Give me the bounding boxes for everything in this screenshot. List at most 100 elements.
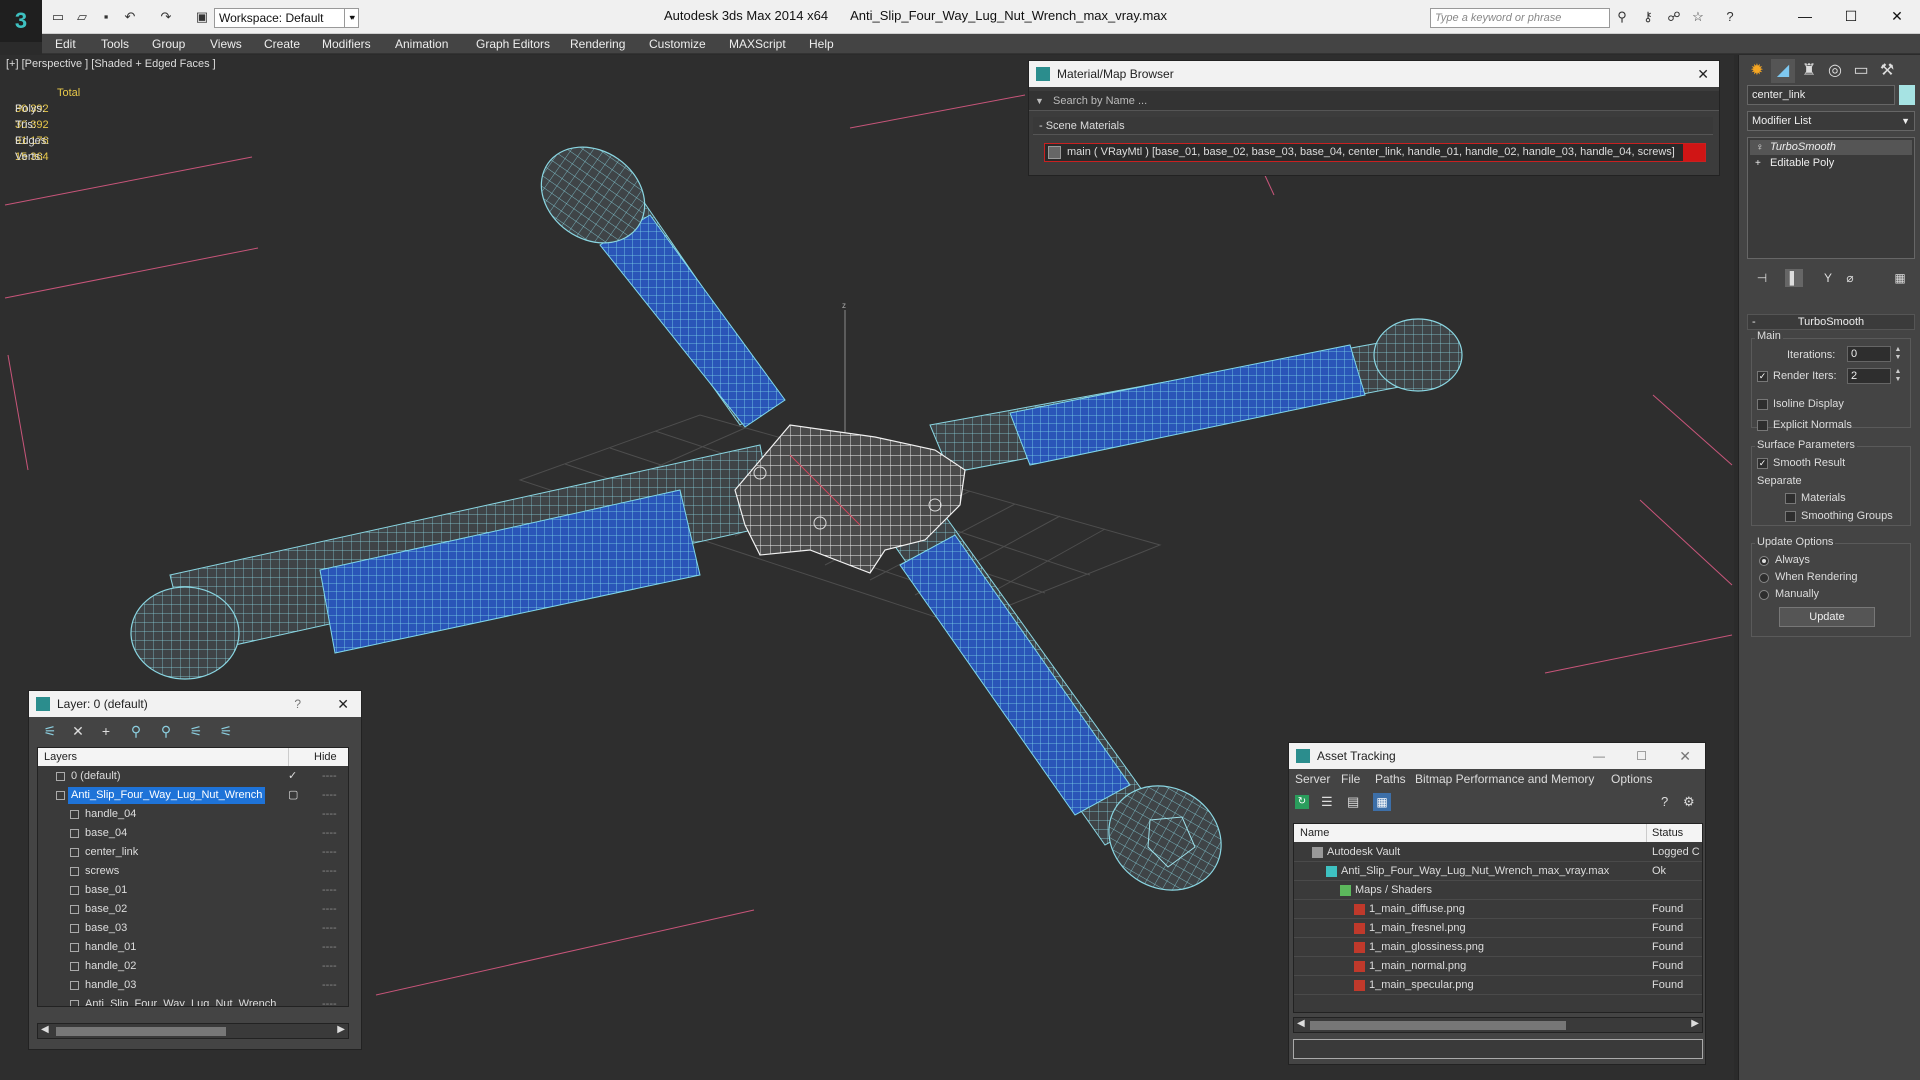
separate-materials-checkbox[interactable]: [1785, 493, 1796, 504]
modify-tab-icon[interactable]: ◢: [1771, 59, 1795, 83]
configure-modifier-sets-icon[interactable]: ▦: [1891, 269, 1909, 287]
column-layers[interactable]: Layers: [44, 748, 77, 766]
spinner-arrows-icon[interactable]: ▲ ▼: [1893, 346, 1903, 362]
search-input[interactable]: Type a keyword or phrase: [1430, 8, 1610, 28]
update-manually-radio[interactable]: [1759, 590, 1769, 600]
close-icon[interactable]: ✕: [1679, 743, 1691, 769]
favorites-star-icon[interactable]: ☆: [1690, 9, 1706, 25]
lightbulb-icon[interactable]: ♀: [1756, 140, 1764, 155]
spinner-arrows-icon[interactable]: ▲ ▼: [1893, 368, 1903, 384]
table-view-icon[interactable]: ▤: [1347, 794, 1359, 810]
new-file-icon[interactable]: ▭: [50, 9, 66, 25]
asset-row[interactable]: Anti_Slip_Four_Way_Lug_Nut_Wrench_max_vr…: [1294, 862, 1702, 881]
smooth-result-checkbox[interactable]: ✓: [1757, 458, 1768, 469]
scroll-right-icon[interactable]: ▶: [1691, 1018, 1699, 1029]
update-button[interactable]: Update: [1779, 607, 1875, 627]
object-row[interactable]: base_01 ----: [38, 881, 348, 900]
project-folder-icon[interactable]: ▣: [194, 9, 210, 25]
menu-graph-editors[interactable]: Graph Editors: [476, 37, 550, 51]
subscription-icon[interactable]: ⚷: [1640, 9, 1656, 25]
object-row[interactable]: screws ----: [38, 862, 348, 881]
select-objects-icon[interactable]: ⚲: [127, 722, 145, 740]
update-always-radio[interactable]: [1759, 556, 1769, 566]
explicit-normals-checkbox[interactable]: [1757, 420, 1768, 431]
asset-row[interactable]: 1_main_fresnel.png Found: [1294, 919, 1702, 938]
layer-horizontal-scrollbar[interactable]: ◀ ▶: [37, 1023, 349, 1039]
current-layer-marker[interactable]: ▢: [288, 786, 298, 805]
list-view-icon[interactable]: ☰: [1321, 794, 1333, 810]
object-row[interactable]: handle_01 ----: [38, 938, 348, 957]
remove-modifier-icon[interactable]: ⌀: [1841, 269, 1859, 287]
add-to-layer-icon[interactable]: +: [97, 722, 115, 740]
minimize-icon[interactable]: —: [1593, 743, 1605, 769]
layer-row[interactable]: Anti_Slip_Four_Way_Lug_Nut_Wrench ▢ ----: [38, 786, 348, 805]
set-current-layer-icon[interactable]: ⚟: [187, 722, 205, 740]
motion-tab-icon[interactable]: ◎: [1823, 59, 1847, 83]
options-arrow-icon[interactable]: ▼: [1035, 91, 1044, 111]
hide-toggle[interactable]: ----: [322, 824, 337, 843]
turbosmooth-rollout-header[interactable]: - TurboSmooth: [1747, 314, 1915, 330]
hide-toggle[interactable]: ----: [322, 786, 337, 805]
stack-item-turbosmooth[interactable]: ♀ TurboSmooth: [1750, 140, 1912, 155]
utilities-tab-icon[interactable]: ⚒: [1875, 59, 1899, 83]
iterations-spinner[interactable]: 0: [1847, 346, 1891, 362]
menu-views[interactable]: Views: [210, 37, 242, 51]
render-iters-spinner[interactable]: 2: [1847, 368, 1891, 384]
menu-edit[interactable]: Edit: [55, 37, 76, 51]
asset-horizontal-scrollbar[interactable]: ◀ ▶: [1293, 1017, 1703, 1033]
help-icon[interactable]: ?: [1722, 9, 1738, 25]
asset-row[interactable]: 1_main_specular.png Found: [1294, 976, 1702, 995]
create-tab-icon[interactable]: ✹: [1745, 59, 1769, 83]
object-row[interactable]: center_link ----: [38, 843, 348, 862]
select-layer-icon[interactable]: ⚲: [157, 722, 175, 740]
hide-toggle[interactable]: ----: [322, 919, 337, 938]
close-icon[interactable]: ✕: [1697, 61, 1709, 87]
update-when-rendering-radio[interactable]: [1759, 573, 1769, 583]
hide-toggle[interactable]: ----: [322, 767, 337, 786]
object-color-swatch[interactable]: [1899, 85, 1915, 105]
object-name-field[interactable]: center_link: [1747, 85, 1895, 105]
asset-path-field[interactable]: [1293, 1039, 1703, 1059]
menu-help[interactable]: Help: [809, 37, 834, 51]
isoline-display-checkbox[interactable]: [1757, 399, 1768, 410]
hide-toggle[interactable]: ----: [322, 976, 337, 995]
column-hide[interactable]: Hide: [314, 748, 337, 766]
column-status[interactable]: Status: [1652, 824, 1683, 842]
menu-customize[interactable]: Customize: [649, 37, 706, 51]
expand-plus-icon[interactable]: +: [1755, 156, 1761, 171]
save-icon[interactable]: ▪: [98, 9, 114, 25]
asset-row[interactable]: 1_main_diffuse.png Found: [1294, 900, 1702, 919]
separate-smoothing-groups-checkbox[interactable]: [1785, 511, 1796, 522]
scene-materials-section[interactable]: - Scene Materials: [1033, 117, 1713, 135]
make-unique-icon[interactable]: Y: [1819, 269, 1837, 287]
asset-tracking-titlebar[interactable]: Asset Tracking — ☐ ✕: [1289, 743, 1705, 769]
hierarchy-tab-icon[interactable]: ♜: [1797, 59, 1821, 83]
minimize-icon[interactable]: —: [1794, 6, 1816, 26]
workspace-menu-icon[interactable]: ▾: [344, 8, 358, 28]
scroll-thumb[interactable]: [1310, 1021, 1566, 1030]
menu-tools[interactable]: Tools: [101, 37, 129, 51]
open-file-icon[interactable]: ▱: [74, 9, 90, 25]
object-row[interactable]: base_02 ----: [38, 900, 348, 919]
scroll-left-icon[interactable]: ◀: [41, 1024, 49, 1035]
maximize-icon[interactable]: ☐: [1840, 6, 1862, 26]
asset-menu-options[interactable]: Options: [1611, 769, 1652, 789]
menu-group[interactable]: Group: [152, 37, 185, 51]
workspace-dropdown[interactable]: Workspace: Default ▾: [214, 8, 359, 28]
scroll-left-icon[interactable]: ◀: [1297, 1018, 1305, 1029]
hide-toggle[interactable]: ----: [322, 957, 337, 976]
hide-toggle[interactable]: ----: [322, 900, 337, 919]
grid-view-icon[interactable]: ▦: [1373, 793, 1391, 811]
show-end-result-icon[interactable]: ▌: [1785, 269, 1803, 287]
object-row[interactable]: Anti_Slip_Four_Way_Lug_Nut_Wrench ----: [38, 995, 348, 1006]
asset-row[interactable]: Maps / Shaders: [1294, 881, 1702, 900]
asset-row[interactable]: 1_main_normal.png Found: [1294, 957, 1702, 976]
help-icon[interactable]: ?: [294, 691, 301, 717]
menu-modifiers[interactable]: Modifiers: [322, 37, 371, 51]
column-name[interactable]: Name: [1300, 824, 1329, 842]
hide-toggle[interactable]: ----: [322, 995, 337, 1006]
communication-icon[interactable]: ☍: [1666, 9, 1682, 25]
modifier-list-dropdown[interactable]: Modifier List ▼: [1747, 111, 1915, 131]
hide-unhide-all-icon[interactable]: ⚟: [217, 722, 235, 740]
menu-create[interactable]: Create: [264, 37, 300, 51]
